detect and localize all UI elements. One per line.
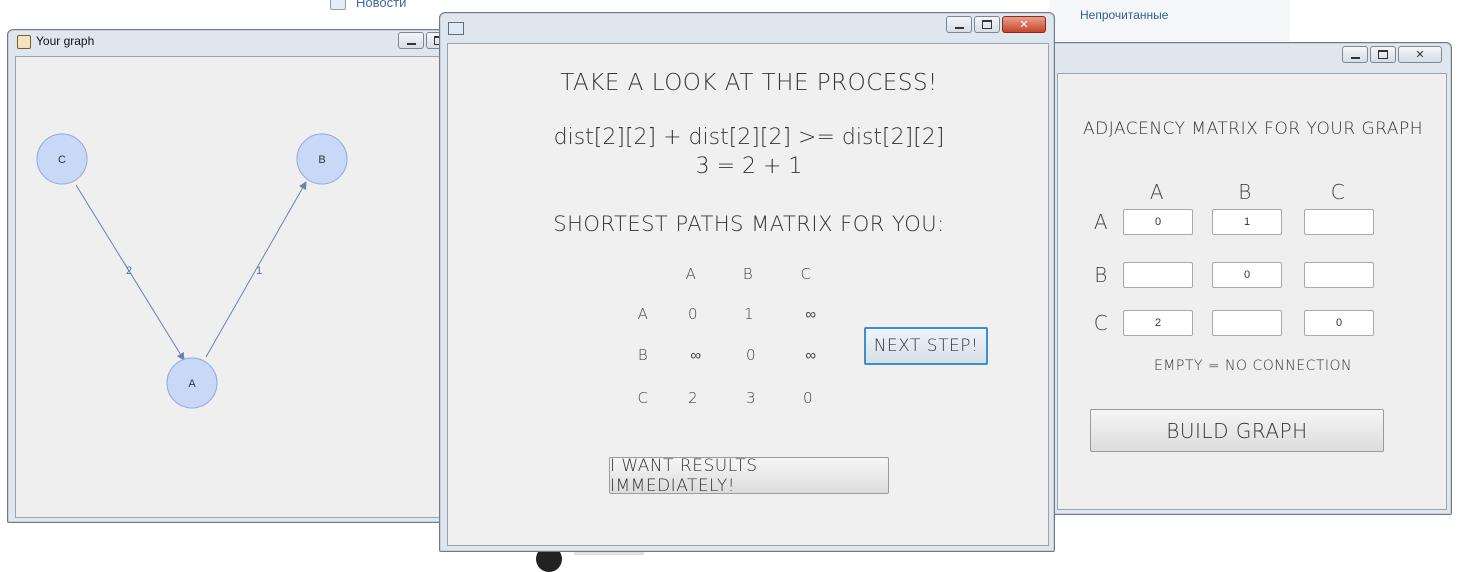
matrix-cell: 0	[802, 389, 814, 407]
shortest-paths-title: SHORTEST PATHS MATRIX FOR YOU:	[553, 212, 945, 236]
close-button[interactable]: ✕	[1002, 16, 1046, 33]
graph-node-b[interactable]: B	[296, 133, 348, 185]
background-unread-link[interactable]: Непрочитанные	[1080, 8, 1168, 22]
matrix-cell: 1	[743, 305, 755, 323]
graph-window-title: Your graph	[36, 34, 95, 48]
maximize-icon	[1378, 50, 1388, 59]
matrix-cell: 0	[745, 346, 757, 364]
matrix-cell: 2	[687, 389, 699, 407]
node-label-b: B	[318, 154, 325, 166]
build-graph-button[interactable]: BUILD GRAPH	[1090, 409, 1384, 452]
graph-node-c[interactable]: C	[36, 133, 88, 185]
adj-row-header-b: B	[1094, 263, 1108, 287]
graph-canvas: 2 1 C B A	[15, 56, 451, 518]
adj-row-header-c: C	[1093, 311, 1109, 335]
matrix-col-header-b: B	[742, 265, 754, 283]
matrix-cell: ∞	[805, 346, 817, 364]
graph-node-a[interactable]: A	[166, 357, 218, 409]
adj-col-header-c: C	[1330, 180, 1346, 204]
process-window-controls: ✕	[946, 16, 1046, 33]
background-news-link[interactable]: Новости	[330, 0, 406, 12]
adj-input-a-b[interactable]	[1212, 209, 1282, 235]
adj-input-b-c[interactable]	[1304, 262, 1374, 288]
node-label-a: A	[188, 378, 196, 390]
maximize-icon	[982, 20, 992, 29]
matrix-col-header-a: A	[685, 265, 697, 283]
adj-input-b-b[interactable]	[1212, 262, 1282, 288]
node-label-c: C	[58, 154, 66, 166]
matrix-row-header-a: A	[637, 305, 649, 323]
formula-line-2: 3 = 2 + 1	[695, 154, 803, 179]
adjacency-content: ADJACENCY MATRIX FOR YOUR GRAPH A B C A …	[1057, 73, 1447, 510]
formula-line-1: dist[2][2] + dist[2][2] >= dist[2][2]	[553, 125, 945, 150]
adj-input-c-c[interactable]	[1304, 310, 1374, 336]
adj-row-header-a: A	[1093, 210, 1109, 234]
adj-col-header-a: A	[1149, 180, 1165, 204]
minimize-icon	[406, 40, 416, 45]
edge-weight-c-a: 2	[126, 265, 132, 277]
adj-input-c-b[interactable]	[1212, 310, 1282, 336]
adj-input-b-a[interactable]	[1123, 262, 1193, 288]
empty-note: EMPTY = NO CONNECTION	[1153, 358, 1353, 374]
adjacency-window: ✕ ADJACENCY MATRIX FOR YOUR GRAPH A B C …	[1050, 42, 1452, 515]
adj-input-a-a[interactable]	[1123, 209, 1193, 235]
matrix-row-header-b: B	[637, 346, 649, 364]
java-icon	[17, 35, 31, 49]
adj-col-header-b: B	[1238, 180, 1252, 204]
edge-weight-a-b: 1	[256, 265, 262, 277]
process-window: ✕ TAKE A LOOK AT THE PROCESS! dist[2][2]…	[439, 12, 1055, 552]
minimize-button[interactable]	[398, 32, 424, 49]
close-icon: ✕	[1019, 18, 1029, 31]
minimize-button[interactable]	[946, 16, 972, 33]
matrix-cell: ∞	[690, 346, 702, 364]
background-sidebar-panel	[1050, 0, 1290, 45]
news-icon	[330, 0, 346, 10]
next-step-button[interactable]: NEXT STEP!	[864, 327, 988, 365]
minimize-icon	[954, 24, 964, 29]
process-heading: TAKE A LOOK AT THE PROCESS!	[560, 70, 938, 96]
graph-window: Your graph 2 1 C B A	[7, 29, 457, 523]
matrix-cell: 3	[745, 389, 757, 407]
matrix-row-header-c: C	[637, 389, 649, 407]
matrix-cell: ∞	[805, 305, 817, 323]
results-immediately-button[interactable]: I WANT RESULTS IMMEDIATELY!	[609, 456, 889, 496]
adjacency-window-controls: ✕	[1342, 46, 1442, 63]
maximize-button[interactable]	[1370, 46, 1396, 63]
news-link-label: Новости	[356, 0, 407, 10]
window-icon	[448, 22, 464, 35]
graph-drawing: 2 1 C B A	[36, 133, 348, 409]
adjacency-heading: ADJACENCY MATRIX FOR YOUR GRAPH	[1082, 119, 1424, 139]
minimize-icon	[1350, 54, 1360, 59]
matrix-cell: 0	[687, 305, 699, 323]
close-button[interactable]: ✕	[1398, 46, 1442, 63]
matrix-col-header-c: C	[800, 265, 812, 283]
minimize-button[interactable]	[1342, 46, 1368, 63]
adj-input-a-c[interactable]	[1304, 209, 1374, 235]
adj-input-c-a[interactable]	[1123, 310, 1193, 336]
close-icon: ✕	[1415, 48, 1425, 61]
process-content: TAKE A LOOK AT THE PROCESS! dist[2][2] +…	[447, 43, 1049, 546]
maximize-button[interactable]	[974, 16, 1000, 33]
